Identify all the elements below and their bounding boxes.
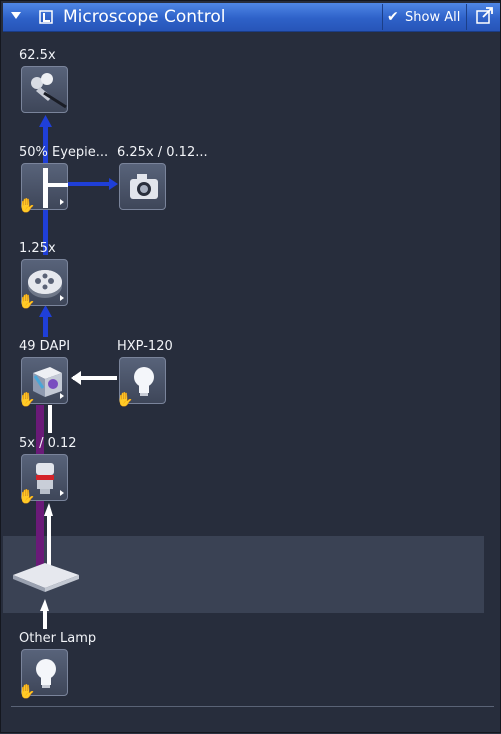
eyepiece-button[interactable] — [21, 66, 68, 113]
hand-icon: ✋ — [18, 294, 36, 310]
reflector-button[interactable]: ✋ — [18, 357, 68, 408]
beam-splitter-label: 50% Eyepie... — [19, 145, 109, 160]
eyepiece-icon — [31, 73, 67, 109]
dropdown-arrow-icon — [60, 393, 64, 399]
dropdown-arrow-icon — [60, 199, 64, 205]
camera-button[interactable] — [119, 163, 166, 210]
fluorescence-lamp-label: HXP-120 — [117, 339, 173, 354]
other-lamp-label: Other Lamp — [19, 631, 97, 646]
microscope-control-panel: Microscope Control ✔ Show All 62.5x 50% … — [0, 0, 501, 733]
objective-button[interactable]: ✋ — [18, 454, 68, 505]
optovar-label: 1.25x — [19, 241, 56, 256]
light-path-diagram — [13, 115, 118, 629]
dropdown-arrow-icon — [60, 295, 64, 301]
fluorescence-lamp-button[interactable]: ✋ — [116, 357, 166, 408]
divider — [11, 706, 494, 707]
optovar-button[interactable]: ✋ — [18, 259, 68, 310]
hand-icon: ✋ — [18, 489, 36, 505]
stage-icon[interactable] — [13, 563, 79, 592]
other-lamp-button[interactable]: ✋ — [18, 649, 68, 700]
reflector-label: 49 DAPI — [19, 339, 71, 354]
hand-icon: ✋ — [18, 684, 36, 700]
hand-icon: ✋ — [116, 392, 134, 408]
magnification-label: 62.5x — [19, 48, 56, 63]
hand-icon: ✋ — [18, 198, 36, 214]
objective-label: 5x / 0.12 — [19, 436, 77, 451]
beam-splitter-button[interactable]: ✋ — [18, 163, 68, 214]
hand-icon: ✋ — [18, 392, 36, 408]
camera-label: 6.25x / 0.12... — [117, 145, 208, 160]
dropdown-arrow-icon — [60, 490, 64, 496]
camera-icon — [130, 174, 158, 199]
